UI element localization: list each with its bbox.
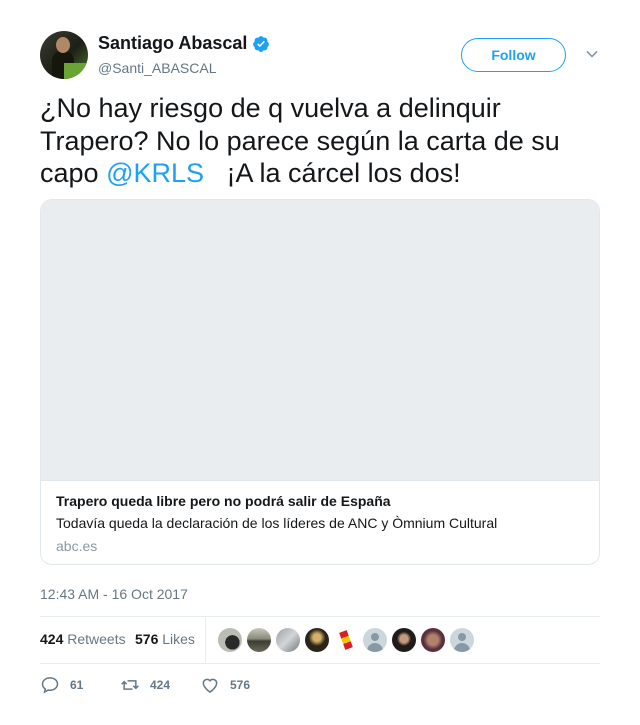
tweet-timestamp[interactable]: 12:43 AM - 16 Oct 2017 bbox=[40, 586, 188, 602]
avatar[interactable] bbox=[40, 31, 88, 79]
retweets-count: 424 bbox=[40, 631, 64, 647]
mention-link[interactable]: @KRLS bbox=[106, 158, 204, 188]
liker-avatar[interactable] bbox=[421, 628, 445, 652]
tweet-stats: 424 Retweets 576 Likes bbox=[40, 617, 600, 663]
likes-label: Likes bbox=[162, 631, 195, 647]
tweet-actions: 61 424 576 bbox=[40, 675, 600, 697]
name-row: Santiago Abascal bbox=[98, 33, 270, 54]
liker-avatar[interactable] bbox=[334, 628, 358, 652]
reply-count: 61 bbox=[70, 678, 84, 692]
reply-button[interactable]: 61 bbox=[40, 675, 83, 695]
liker-avatar[interactable] bbox=[363, 628, 387, 652]
liker-avatar[interactable] bbox=[247, 628, 271, 652]
likes-count: 576 bbox=[135, 631, 159, 647]
liker-avatar[interactable] bbox=[276, 628, 300, 652]
heart-icon bbox=[202, 678, 218, 693]
display-name[interactable]: Santiago Abascal bbox=[98, 33, 247, 54]
tweet-text: ¿No hay riesgo de q vuelva a delinquir T… bbox=[40, 92, 600, 190]
tweet-text-part: ¡A la cárcel los dos! bbox=[204, 158, 461, 188]
retweet-icon bbox=[121, 680, 139, 690]
retweet-button[interactable]: 424 bbox=[120, 675, 170, 695]
liker-avatars bbox=[218, 628, 479, 652]
card-domain: abc.es bbox=[56, 538, 98, 554]
likes-stat[interactable]: 576 Likes bbox=[135, 631, 195, 647]
verified-badge-icon bbox=[253, 35, 270, 52]
liker-avatar[interactable] bbox=[450, 628, 474, 652]
tweet-header: Santiago Abascal @Santi_ABASCAL Follow bbox=[40, 31, 600, 81]
liker-avatar[interactable] bbox=[305, 628, 329, 652]
like-count: 576 bbox=[230, 678, 251, 692]
retweets-label: Retweets bbox=[67, 631, 126, 647]
stats-separator bbox=[205, 617, 206, 663]
card-image[interactable] bbox=[41, 200, 599, 481]
like-button[interactable]: 576 bbox=[200, 675, 250, 695]
divider bbox=[40, 663, 600, 664]
link-card[interactable]: Trapero queda libre pero no podrá salir … bbox=[40, 199, 600, 565]
user-handle[interactable]: @Santi_ABASCAL bbox=[98, 60, 217, 76]
reply-icon bbox=[41, 677, 59, 694]
liker-avatar[interactable] bbox=[218, 628, 242, 652]
liker-avatar[interactable] bbox=[392, 628, 416, 652]
retweets-stat[interactable]: 424 Retweets bbox=[40, 631, 126, 647]
retweet-count: 424 bbox=[150, 678, 171, 692]
follow-button[interactable]: Follow bbox=[461, 38, 566, 72]
card-description: Todavía queda la declaración de los líde… bbox=[56, 515, 498, 531]
card-title[interactable]: Trapero queda libre pero no podrá salir … bbox=[56, 493, 391, 509]
chevron-down-icon[interactable] bbox=[585, 47, 599, 61]
